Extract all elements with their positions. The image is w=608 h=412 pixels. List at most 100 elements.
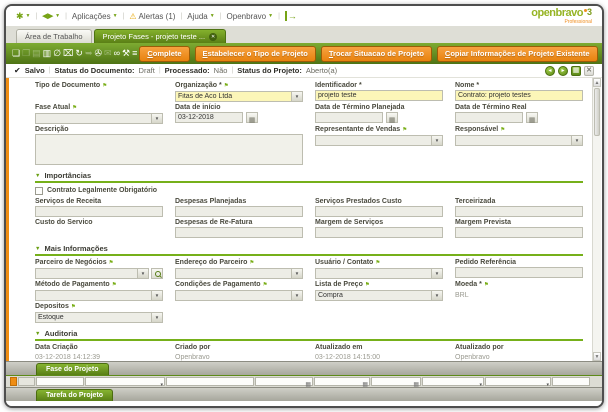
logout-icon[interactable]: → xyxy=(285,11,297,21)
servicos-receita-label: Serviços de Receita xyxy=(35,197,163,206)
close-icon[interactable]: ✕ xyxy=(209,33,217,41)
save-and-new-icon[interactable]: ▥ xyxy=(43,47,52,60)
descricao-textarea[interactable] xyxy=(35,134,303,165)
grid-cell-date[interactable] xyxy=(314,377,370,386)
quick-launch-menu[interactable]: ◀▶ ▼ xyxy=(42,12,60,20)
calendar-icon[interactable] xyxy=(386,112,398,123)
menu-openbravo[interactable]: Openbravo ▼ xyxy=(227,12,274,21)
field-parceiro: Parceiro de Negócios xyxy=(35,258,163,279)
tab-fase-do-projeto[interactable]: Fase do Projeto xyxy=(36,363,109,375)
action-buttons: Complete Estabelecer o Tipo de Projeto T… xyxy=(139,46,597,62)
delete-icon[interactable]: ⌧ xyxy=(63,47,73,60)
despesas-planejadas-input[interactable] xyxy=(175,206,303,217)
more-icon[interactable]: ≡ xyxy=(132,47,137,60)
copy-project-info-button[interactable]: Copiar Informações de Projeto Existente xyxy=(437,46,598,62)
scrollbar-thumb[interactable] xyxy=(594,88,600,136)
vertical-scrollbar[interactable]: ▲ ▼ xyxy=(592,78,601,361)
section-auditoria[interactable]: ▼ Auditoria xyxy=(35,327,583,341)
nome-label: Nome * xyxy=(455,81,583,90)
chevron-down-icon[interactable] xyxy=(137,269,148,278)
chevron-down-icon[interactable] xyxy=(151,313,162,322)
terceirizada-input[interactable] xyxy=(455,206,583,217)
fase-atual-combo[interactable] xyxy=(35,113,163,124)
chevron-down-icon[interactable] xyxy=(291,291,302,300)
depositos-combo[interactable]: Estoque xyxy=(35,312,163,323)
previous-record-icon[interactable]: ◂ xyxy=(545,66,555,76)
usuario-combo[interactable] xyxy=(315,268,443,279)
data-inicio-input[interactable]: 03-12-2018 xyxy=(175,112,243,123)
tab-tarefa-do-projeto[interactable]: Tarefa do Projeto xyxy=(36,389,113,401)
margem-servicos-input[interactable] xyxy=(315,227,443,238)
parceiro-combo[interactable] xyxy=(35,268,149,279)
grid-cell-combo[interactable] xyxy=(422,377,484,386)
alerts-item[interactable]: ⚠ Alertas (1) xyxy=(129,12,175,21)
complete-button[interactable]: Complete xyxy=(139,46,189,62)
change-project-status-button[interactable]: Trocar Situacao de Projeto xyxy=(321,46,432,62)
organizacao-label: Organização * xyxy=(175,81,303,91)
metodo-pagamento-combo[interactable] xyxy=(35,290,163,301)
servicos-prestados-input[interactable] xyxy=(315,206,443,217)
linked-items-icon[interactable]: ∞ xyxy=(114,47,120,60)
section-importancias[interactable]: ▼ Importâncias xyxy=(35,169,583,183)
grid-row-checkbox-cell[interactable] xyxy=(18,377,35,386)
grid-cell-combo[interactable] xyxy=(85,377,165,386)
endereco-combo[interactable] xyxy=(175,268,303,279)
calendar-icon[interactable] xyxy=(246,112,258,123)
menu-aplicacoes[interactable]: Aplicações ▼ xyxy=(72,12,118,21)
margem-prevista-input[interactable] xyxy=(455,227,583,238)
scroll-down-icon[interactable]: ▼ xyxy=(593,352,601,361)
tab-workspace[interactable]: Área de Trabalho xyxy=(16,29,92,43)
servicos-receita-input[interactable] xyxy=(35,206,163,217)
representante-combo[interactable] xyxy=(315,135,443,146)
chevron-down-icon[interactable] xyxy=(431,136,442,145)
favorites-menu[interactable]: ✱ ▼ xyxy=(16,11,31,22)
tools-icon[interactable]: ⚒ xyxy=(122,47,130,60)
section-mais-informacoes[interactable]: ▼ Mais Informações xyxy=(35,242,583,256)
chevron-down-icon[interactable] xyxy=(431,291,442,300)
undo-icon[interactable]: ∅ xyxy=(53,47,61,60)
lista-preco-combo[interactable]: Compra xyxy=(315,290,443,301)
contrato-legal-checkbox[interactable] xyxy=(35,187,43,195)
termino-planejada-input[interactable] xyxy=(315,112,383,123)
chevron-down-icon[interactable] xyxy=(571,136,582,145)
grid-cell-date[interactable] xyxy=(371,377,421,386)
set-project-type-button[interactable]: Estabelecer o Tipo de Projeto xyxy=(195,46,316,62)
nome-input[interactable]: Contrato: projeto testes xyxy=(455,90,583,101)
pedido-input[interactable] xyxy=(455,267,583,278)
grid-cell-combo[interactable] xyxy=(485,377,551,386)
grid-view-icon[interactable]: ▦ xyxy=(571,66,581,76)
refresh-icon[interactable]: ↻ xyxy=(75,47,83,60)
attachment-icon[interactable]: ✇ xyxy=(95,47,103,60)
chevron-down-icon[interactable] xyxy=(291,269,302,278)
doc-status-value: Draft xyxy=(139,66,155,75)
grid-cell-input[interactable] xyxy=(36,377,84,386)
grid-cell-input[interactable] xyxy=(552,377,590,386)
termino-real-label: Data de Término Real xyxy=(455,103,583,112)
despesas-refatura-label: Despesas de Re-Fatura xyxy=(175,218,303,227)
despesas-refatura-input[interactable] xyxy=(175,227,303,238)
search-icon[interactable] xyxy=(151,268,163,279)
chevron-down-icon[interactable] xyxy=(291,92,302,101)
section-mais-informacoes-label: Mais Informações xyxy=(44,244,107,253)
organizacao-combo[interactable]: Fitas de Aco Ltda xyxy=(175,91,303,102)
close-form-icon[interactable]: ✕ xyxy=(584,66,594,76)
chevron-down-icon[interactable] xyxy=(151,114,162,123)
new-record-icon[interactable]: ❏ xyxy=(12,47,20,60)
responsavel-combo[interactable] xyxy=(455,135,583,146)
termino-real-input[interactable] xyxy=(455,112,523,123)
scroll-up-icon[interactable]: ▲ xyxy=(593,78,601,87)
condicoes-pagamento-combo[interactable] xyxy=(175,290,303,301)
next-record-icon[interactable]: ▸ xyxy=(558,66,568,76)
tab-projeto-fases[interactable]: Projeto Fases - projeto teste ... ✕ xyxy=(94,29,227,43)
menu-ajuda[interactable]: Ajuda ▼ xyxy=(187,12,214,21)
chevron-down-icon[interactable] xyxy=(151,291,162,300)
logo-text: openbravo xyxy=(531,7,583,19)
field-pedido: Pedido Referência xyxy=(455,258,583,279)
form-content: Tipo de Documento Organização * Fitas de… xyxy=(9,78,591,361)
grid-cell-input[interactable] xyxy=(166,377,254,386)
identificador-input[interactable]: projeto teste xyxy=(315,90,443,101)
chevron-down-icon[interactable] xyxy=(431,269,442,278)
openbravo-logo: openbravo3 Professional xyxy=(531,8,592,25)
calendar-icon[interactable] xyxy=(526,112,538,123)
grid-cell-date[interactable] xyxy=(255,377,313,386)
